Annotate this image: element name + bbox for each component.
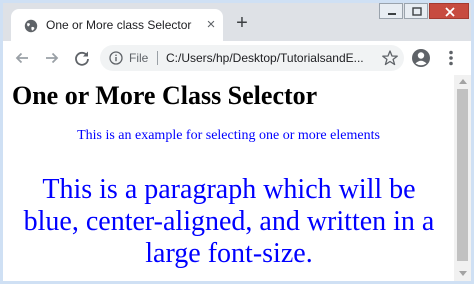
- page-content: One or More Class Selector This is an ex…: [3, 75, 454, 281]
- plus-icon[interactable]: +: [231, 13, 253, 35]
- maximize-icon[interactable]: [404, 3, 428, 19]
- tab-title: One or More class Selector: [46, 18, 192, 32]
- close-icon[interactable]: ×: [203, 17, 219, 33]
- scrollbar-thumb[interactable]: [457, 89, 468, 261]
- forward-arrow-icon[interactable]: [41, 47, 63, 69]
- info-icon[interactable]: [109, 51, 123, 65]
- address-bar[interactable]: File C:/Users/hp/Desktop/TutorialsandE..…: [100, 45, 404, 71]
- browser-window: One or More class Selector × + File C:/U…: [3, 3, 471, 281]
- scroll-up-icon[interactable]: [459, 79, 467, 84]
- star-icon[interactable]: [381, 49, 399, 67]
- window-close-icon[interactable]: [429, 3, 469, 19]
- address-divider: [157, 51, 158, 65]
- toolbar: File C:/Users/hp/Desktop/TutorialsandE..…: [3, 41, 471, 75]
- paragraph-large: This is a paragraph which will be blue, …: [23, 174, 435, 269]
- minimize-icon[interactable]: [379, 3, 403, 19]
- paragraph-small: This is an example for selecting one or …: [77, 128, 380, 143]
- reload-icon[interactable]: [71, 47, 93, 69]
- vertical-scrollbar[interactable]: [454, 75, 471, 281]
- tab-bar: One or More class Selector × +: [3, 3, 471, 41]
- menu-icon[interactable]: [441, 48, 461, 68]
- account-icon[interactable]: [411, 48, 431, 68]
- scheme-label: File: [129, 51, 149, 65]
- scroll-down-icon[interactable]: [459, 271, 467, 276]
- tab-active[interactable]: One or More class Selector ×: [11, 9, 223, 41]
- globe-icon: [24, 19, 38, 33]
- back-arrow-icon[interactable]: [11, 47, 33, 69]
- url-text[interactable]: C:/Users/hp/Desktop/TutorialsandE...: [166, 51, 364, 65]
- page-heading: One or More Class Selector: [12, 81, 318, 110]
